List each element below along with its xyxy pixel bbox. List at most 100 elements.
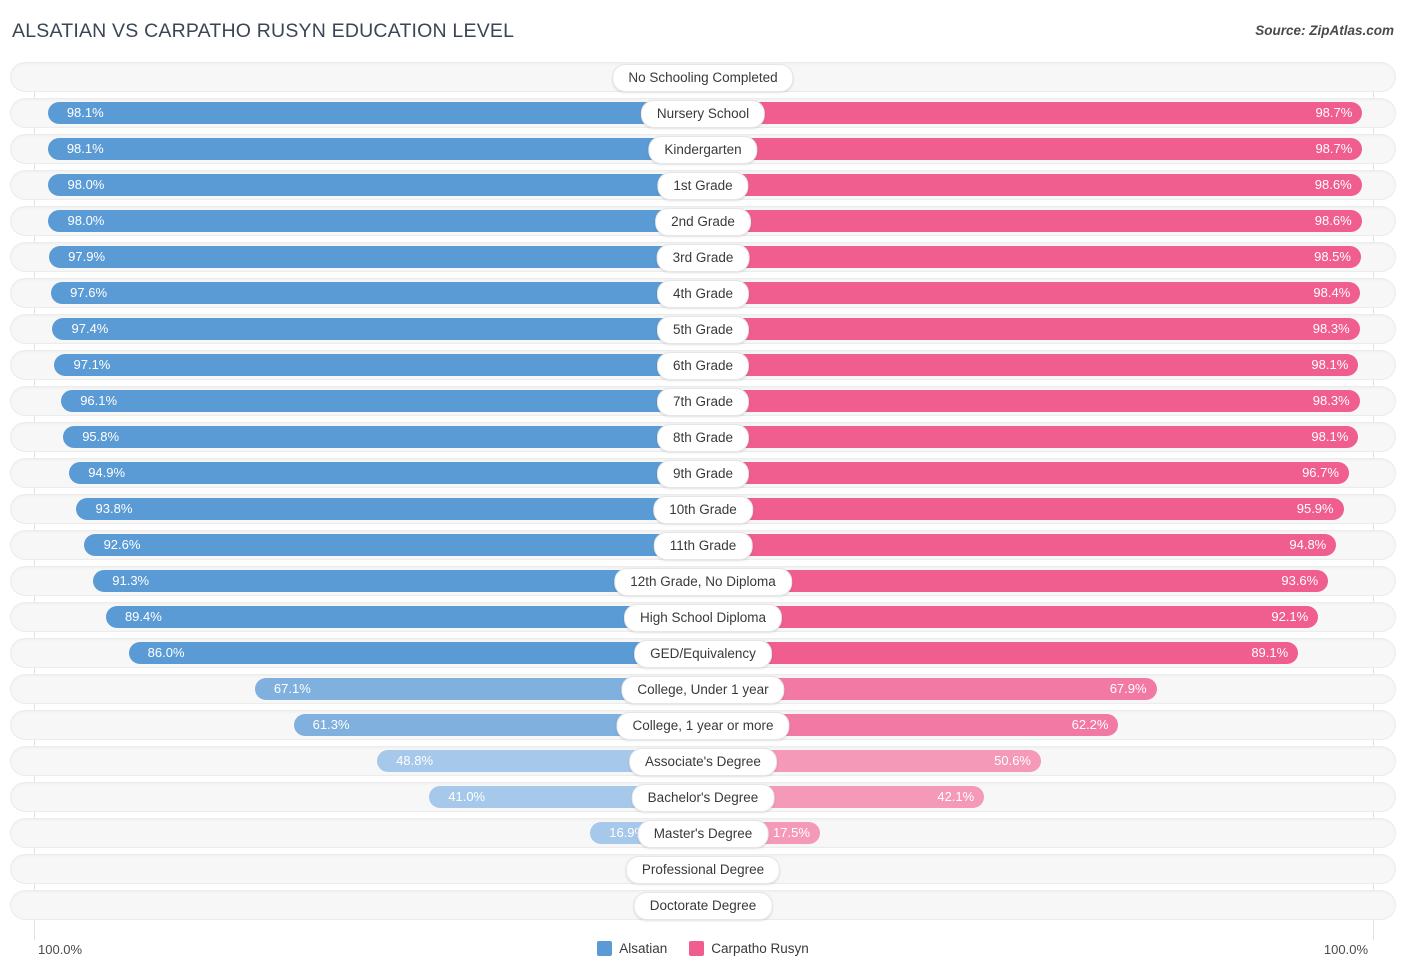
value-label-carpatho-rusyn: 92.1% [1271, 609, 1309, 624]
value-label-alsatian: 96.1% [80, 393, 118, 408]
value-label-alsatian: 97.1% [73, 357, 111, 372]
value-label-alsatian: 98.1% [66, 105, 104, 120]
legend-label: Alsatian [619, 941, 668, 956]
bar-carpatho-rusyn [703, 174, 1362, 196]
bar-carpatho-rusyn [703, 498, 1344, 520]
value-label-alsatian: 98.1% [66, 141, 104, 156]
bar-alsatian [84, 534, 703, 556]
diverging-bar-chart: 2.0%1.4%No Schooling Completed 98.1% 98.7%… [0, 62, 1406, 940]
legend-item[interactable]: Alsatian [597, 941, 667, 956]
value-label-carpatho-rusyn: 42.1% [937, 789, 975, 804]
category-label: High School Diploma [623, 604, 783, 632]
value-label-alsatian: 93.8% [95, 501, 133, 516]
value-label-alsatian: 41.0% [448, 789, 486, 804]
value-label-carpatho-rusyn: 50.6% [994, 753, 1031, 768]
chart-row: 89.4% 92.1% High School Diploma [0, 602, 1406, 632]
value-label-alsatian: 97.6% [70, 285, 108, 300]
chart-row: 97.4% 98.3% 5th Grade [0, 314, 1406, 344]
category-label: GED/Equivalency [634, 640, 772, 668]
value-label-alsatian: 97.4% [71, 321, 109, 336]
category-label: Kindergarten [648, 136, 758, 164]
legend-swatch-icon [597, 941, 613, 956]
legend-label: Carpatho Rusyn [711, 941, 809, 956]
chart-row: 97.6% 98.4% 4th Grade [0, 278, 1406, 308]
chart-row: 94.9% 96.7% 9th Grade [0, 458, 1406, 488]
category-label: 12th Grade, No Diploma [614, 568, 792, 596]
bar-alsatian [51, 282, 703, 304]
bar-alsatian [47, 138, 703, 160]
chart-row: 98.0% 98.6% 2nd Grade [0, 206, 1406, 236]
bar-alsatian [48, 210, 703, 232]
category-label: 3rd Grade [656, 244, 750, 272]
chart-row: 92.6% 94.8% 11th Grade [0, 530, 1406, 560]
chart-row: 16.9% 17.5% Master's Degree [0, 818, 1406, 848]
chart-header: ALSATIAN VS CARPATHO RUSYN EDUCATION LEV… [0, 0, 1406, 58]
value-label-carpatho-rusyn: 17.5% [773, 825, 810, 840]
value-label-carpatho-rusyn: 93.6% [1281, 573, 1319, 588]
bar-alsatian [54, 354, 703, 376]
bar-carpatho-rusyn [703, 246, 1361, 268]
chart-row: 5.2%5.3%Professional Degree [0, 854, 1406, 884]
value-label-alsatian: 67.1% [273, 681, 311, 696]
bar-carpatho-rusyn [703, 426, 1359, 448]
bar-carpatho-rusyn [703, 462, 1349, 484]
value-label-carpatho-rusyn: 67.9% [1109, 681, 1147, 696]
bar-carpatho-rusyn [703, 570, 1329, 592]
source-attribution: Source: ZipAtlas.com [1255, 23, 1394, 38]
chart-row: 96.1% 98.3% 7th Grade [0, 386, 1406, 416]
chart-row: 48.8% 50.6% Associate's Degree [0, 746, 1406, 776]
bar-carpatho-rusyn [703, 354, 1359, 376]
bar-alsatian [63, 426, 703, 448]
legend-item[interactable]: Carpatho Rusyn [689, 941, 809, 956]
bar-alsatian [49, 246, 703, 268]
bar-carpatho-rusyn [703, 102, 1363, 124]
value-label-alsatian: 97.9% [68, 249, 106, 264]
value-label-alsatian: 86.0% [147, 645, 185, 660]
category-label: 11th Grade [653, 532, 753, 560]
category-label: Nursery School [640, 100, 766, 128]
chart-row: 98.0% 98.6% 1st Grade [0, 170, 1406, 200]
category-label: 4th Grade [656, 280, 750, 308]
bar-carpatho-rusyn [703, 210, 1362, 232]
value-label-alsatian: 98.0% [67, 177, 105, 192]
chart-row: 86.0% 89.1% GED/Equivalency [0, 638, 1406, 668]
value-label-carpatho-rusyn: 98.3% [1312, 321, 1350, 336]
value-label-alsatian: 89.4% [124, 609, 162, 624]
bar-carpatho-rusyn [703, 642, 1299, 664]
chart-row: 98.1% 98.7% Kindergarten [0, 134, 1406, 164]
chart-footer: 100.0% 100.0% Alsatian Carpatho Rusyn [0, 939, 1406, 965]
bar-alsatian [48, 174, 703, 196]
category-label: 5th Grade [656, 316, 750, 344]
bar-alsatian [52, 318, 703, 340]
bar-carpatho-rusyn [703, 606, 1319, 628]
legend-swatch-icon [689, 941, 705, 956]
category-label: No Schooling Completed [612, 64, 794, 92]
bar-alsatian [47, 102, 703, 124]
value-label-carpatho-rusyn: 98.7% [1315, 141, 1353, 156]
chart-row: 2.1%2.3%Doctorate Degree [0, 890, 1406, 920]
bar-alsatian [69, 462, 703, 484]
value-label-carpatho-rusyn: 94.8% [1289, 537, 1327, 552]
chart-legend: Alsatian Carpatho Rusyn [0, 941, 1406, 956]
value-label-alsatian: 98.0% [67, 213, 105, 228]
category-label: 10th Grade [653, 496, 753, 524]
category-label: Master's Degree [637, 820, 769, 848]
category-label: College, Under 1 year [621, 676, 785, 704]
value-label-carpatho-rusyn: 98.3% [1312, 393, 1350, 408]
chart-row: 97.1% 98.1% 6th Grade [0, 350, 1406, 380]
value-label-alsatian: 92.6% [103, 537, 141, 552]
category-label: Professional Degree [625, 856, 781, 884]
chart-row: 67.1% 67.9% College, Under 1 year [0, 674, 1406, 704]
category-label: 2nd Grade [655, 208, 751, 236]
value-label-carpatho-rusyn: 62.2% [1071, 717, 1109, 732]
value-label-carpatho-rusyn: 98.4% [1313, 285, 1351, 300]
chart-row: 97.9% 98.5% 3rd Grade [0, 242, 1406, 272]
bar-alsatian [128, 642, 703, 664]
chart-row: 91.3% 93.6% 12th Grade, No Diploma [0, 566, 1406, 596]
value-label-carpatho-rusyn: 98.6% [1314, 177, 1352, 192]
bar-alsatian [93, 570, 703, 592]
chart-row: 61.3% 62.2% College, 1 year or more [0, 710, 1406, 740]
value-label-carpatho-rusyn: 89.1% [1251, 645, 1289, 660]
category-label: Associate's Degree [629, 748, 777, 776]
value-label-alsatian: 91.3% [112, 573, 150, 588]
